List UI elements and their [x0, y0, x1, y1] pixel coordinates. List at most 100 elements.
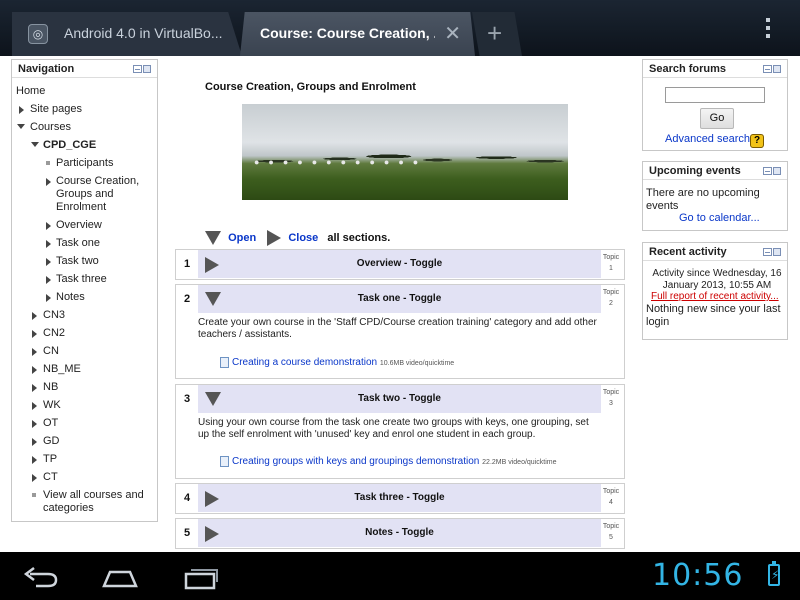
expand-icon[interactable] — [32, 402, 37, 410]
back-icon[interactable] — [22, 562, 60, 590]
expand-icon[interactable] — [46, 294, 51, 302]
resource-item[interactable]: Creating a course demonstration 10.6MB v… — [220, 357, 454, 368]
open-all-link[interactable]: Open — [228, 232, 256, 244]
full-report-link[interactable]: Full report of recent activity... — [651, 291, 785, 302]
nav-task-two[interactable]: Task two — [56, 255, 99, 268]
course-section: 3 Task two - Toggle Topic 3 Using your ow… — [175, 384, 625, 479]
close-tab-icon[interactable]: ✕ — [444, 21, 461, 46]
search-input[interactable] — [665, 87, 765, 103]
help-icon[interactable]: ? — [750, 134, 764, 148]
expand-icon[interactable] — [46, 240, 51, 248]
nav-course-nb[interactable]: NB — [43, 381, 58, 394]
new-tab-button[interactable]: + — [472, 12, 522, 56]
resource-link[interactable]: Creating groups with keys and groupings … — [232, 456, 479, 467]
search-forums-block: Search forums Go Advanced search ? — [642, 59, 788, 151]
nav-course-tp[interactable]: TP — [43, 453, 57, 466]
section-toggle[interactable]: Notes - Toggle — [198, 519, 601, 547]
tab-title: Course: Course Creation, ... — [260, 25, 435, 41]
expand-icon[interactable] — [46, 178, 51, 186]
nav-course-cn2[interactable]: CN2 — [43, 327, 65, 340]
block-controls-icon[interactable] — [133, 64, 151, 74]
navigation-block: Navigation Home Site pages Courses CPD_C… — [11, 59, 158, 522]
collapse-icon[interactable] — [31, 142, 39, 147]
resource-meta: 22.2MB video/quicktime — [482, 459, 557, 467]
go-to-calendar-link[interactable]: Go to calendar... — [679, 212, 760, 224]
block-title: Upcoming events — [649, 165, 741, 177]
section-number: 5 — [183, 527, 191, 539]
expand-icon[interactable] — [32, 366, 37, 374]
clock: 10:56 — [652, 558, 744, 593]
no-events-text: There are no upcoming events — [646, 187, 760, 212]
section-title[interactable]: Notes - Toggle — [198, 527, 601, 538]
expand-icon[interactable] — [32, 330, 37, 338]
overflow-menu-icon[interactable] — [756, 14, 780, 44]
nav-course-ct[interactable]: CT — [43, 471, 58, 484]
expand-icon[interactable] — [32, 384, 37, 392]
nav-course-cpd-cge[interactable]: CPD_CGE — [43, 139, 96, 152]
section-title[interactable]: Task one - Toggle — [198, 293, 601, 304]
tab-virtualbox[interactable]: ◎ Android 4.0 in VirtualBo... — [12, 12, 242, 56]
block-header: Recent activity — [643, 243, 787, 261]
nav-course-cn[interactable]: CN — [43, 345, 59, 358]
video-file-icon — [220, 456, 229, 467]
go-button[interactable]: Go — [700, 108, 734, 129]
expand-icon[interactable] — [46, 258, 51, 266]
section-title[interactable]: Overview - Toggle — [198, 258, 601, 269]
expand-icon[interactable] — [32, 474, 37, 482]
recent-apps-icon[interactable] — [182, 562, 220, 590]
advanced-search-link[interactable]: Advanced search — [665, 133, 750, 145]
section-toggle[interactable]: Task three - Toggle — [198, 484, 601, 512]
expand-icon[interactable] — [46, 222, 51, 230]
expand-icon[interactable] — [32, 420, 37, 428]
section-title[interactable]: Task three - Toggle — [198, 492, 601, 503]
block-controls-icon[interactable] — [763, 166, 781, 176]
expand-icon[interactable] — [32, 348, 37, 356]
course-section: 4 Task three - Toggle Topic 4 — [175, 483, 625, 514]
block-title: Recent activity — [649, 246, 727, 258]
nav-courses-link[interactable]: Courses — [30, 121, 71, 134]
section-toggle[interactable]: Task one - Toggle — [198, 285, 601, 313]
nav-view-all-courses[interactable]: View all courses and categories — [43, 489, 153, 515]
close-all-link[interactable]: Close — [288, 232, 318, 244]
course-section: 1 Overview - Toggle Topic 1 — [175, 249, 625, 280]
nav-course-nb-me[interactable]: NB_ME — [43, 363, 81, 376]
block-controls-icon[interactable] — [763, 247, 781, 257]
nothing-new-text: Nothing new since your last login — [646, 303, 781, 328]
video-file-icon — [220, 357, 229, 368]
collapse-icon[interactable] — [17, 124, 25, 129]
block-title: Search forums — [649, 63, 727, 75]
section-title[interactable]: Task two - Toggle — [198, 393, 601, 404]
nav-course-cn3[interactable]: CN3 — [43, 309, 65, 322]
expand-icon[interactable] — [32, 456, 37, 464]
nav-task-one[interactable]: Task one — [56, 237, 100, 250]
nav-notes[interactable]: Notes — [56, 291, 85, 304]
nav-course-wk[interactable]: WK — [43, 399, 61, 412]
expand-icon[interactable] — [32, 312, 37, 320]
close-all-icon[interactable] — [267, 230, 282, 246]
open-all-icon[interactable] — [205, 231, 221, 245]
expand-icon[interactable] — [19, 106, 24, 114]
nav-site-pages[interactable]: Site pages — [30, 103, 82, 116]
all-sections-label: all sections. — [327, 231, 391, 244]
block-controls-icon[interactable] — [763, 64, 781, 74]
resource-item[interactable]: Creating groups with keys and groupings … — [220, 456, 556, 467]
expand-icon[interactable] — [46, 276, 51, 284]
nav-course-ot[interactable]: OT — [43, 417, 58, 430]
topic-label: Topic 3 — [602, 389, 620, 407]
nav-home-link[interactable]: Home — [16, 85, 45, 98]
nav-participants[interactable]: Participants — [56, 157, 113, 170]
nav-course-gd[interactable]: GD — [43, 435, 60, 448]
bullet-icon — [32, 493, 36, 497]
recent-activity-block: Recent activity Activity since Wednesday… — [642, 242, 788, 340]
section-toggle[interactable]: Overview - Toggle — [198, 250, 601, 278]
expand-icon[interactable] — [32, 438, 37, 446]
block-header: Upcoming events — [643, 162, 787, 180]
resource-meta: 10.6MB video/quicktime — [379, 360, 455, 368]
section-toggle[interactable]: Task two - Toggle — [198, 385, 601, 413]
home-icon[interactable] — [100, 562, 140, 590]
nav-task-three[interactable]: Task three — [56, 273, 107, 286]
nav-course-creation[interactable]: Course Creation, Groups and Enrolment — [56, 175, 148, 214]
resource-link[interactable]: Creating a course demonstration — [232, 357, 377, 368]
nav-overview[interactable]: Overview — [56, 219, 102, 232]
tab-course[interactable]: Course: Course Creation, ... ✕ — [240, 12, 475, 56]
